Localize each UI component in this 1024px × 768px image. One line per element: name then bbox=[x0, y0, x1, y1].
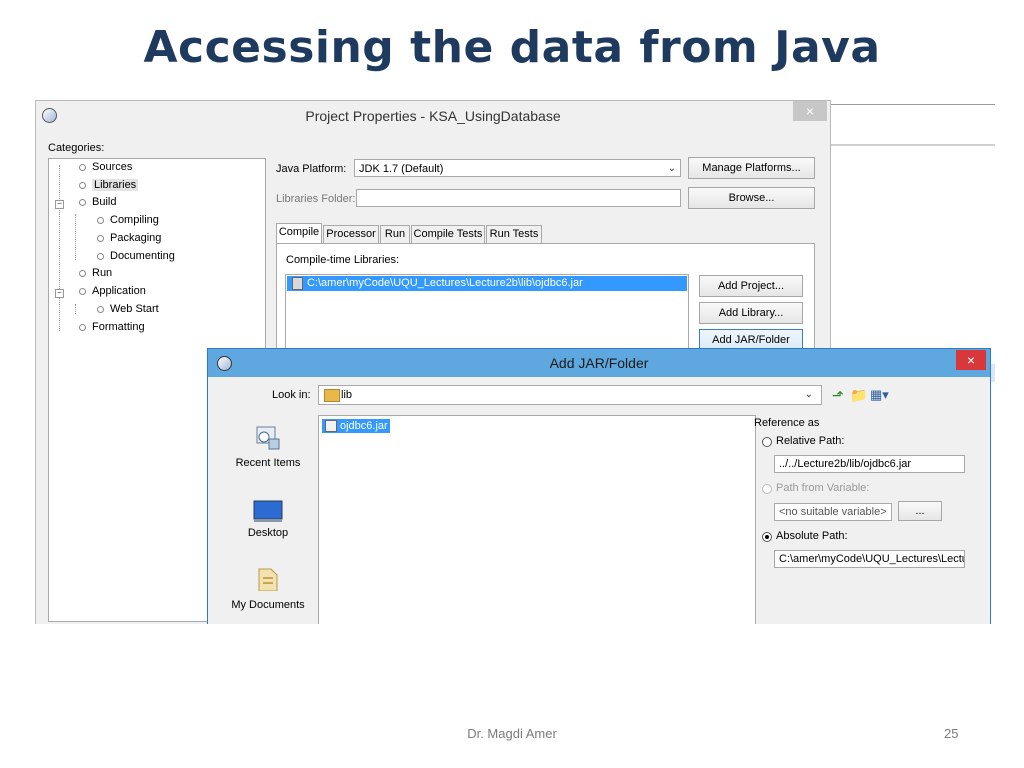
tree-connector bbox=[59, 165, 60, 331]
path-from-variable-radio[interactable] bbox=[762, 484, 772, 494]
variable-select[interactable]: <no suitable variable> bbox=[774, 503, 892, 521]
project-properties-titlebar[interactable]: Project Properties - KSA_UsingDatabase × bbox=[36, 101, 830, 129]
tab-run-tests[interactable]: Run Tests bbox=[486, 225, 542, 243]
node-icon bbox=[79, 287, 86, 295]
tab-compile-tests[interactable]: Compile Tests bbox=[411, 225, 485, 243]
node-icon bbox=[79, 198, 86, 206]
new-folder-icon[interactable]: 📁 bbox=[850, 387, 867, 404]
view-menu-icon[interactable]: ▦▾ bbox=[870, 387, 889, 403]
file-list[interactable]: ojdbc6.jar bbox=[318, 415, 756, 624]
add-jar-folder-dialog: Add JAR/Folder × Look in: lib ⌄ ⬏ 📁 ▦▾ R… bbox=[207, 348, 991, 624]
tree-item-application[interactable]: Application bbox=[79, 285, 146, 297]
tab-processor[interactable]: Processor bbox=[323, 225, 379, 243]
node-icon bbox=[97, 252, 104, 260]
absolute-path-label: Absolute Path: bbox=[776, 530, 848, 542]
add-jar-folder-title: Add JAR/Folder bbox=[549, 355, 649, 371]
tree-connector bbox=[75, 214, 76, 260]
chevron-down-icon: ⌄ bbox=[667, 163, 676, 174]
relative-path-field[interactable]: ../../Lecture2b/lib/ojdbc6.jar bbox=[774, 455, 965, 473]
tree-connector bbox=[75, 304, 76, 314]
place-my-documents[interactable]: My Documents bbox=[225, 565, 311, 624]
tree-item-build[interactable]: Build bbox=[79, 196, 116, 208]
tab-run[interactable]: Run bbox=[380, 225, 410, 243]
absolute-path-field[interactable]: C:\amer\myCode\UQU_Lectures\Lectu bbox=[774, 550, 965, 568]
page-number: 25 bbox=[944, 726, 959, 741]
up-folder-icon[interactable]: ⬏ bbox=[832, 387, 844, 404]
tree-item-compiling[interactable]: Compiling bbox=[97, 214, 159, 226]
node-icon bbox=[97, 216, 104, 224]
look-in-label: Look in: bbox=[272, 389, 311, 401]
my-documents-icon bbox=[258, 568, 278, 591]
tab-compile[interactable]: Compile bbox=[276, 223, 322, 243]
library-row[interactable]: C:\amer\myCode\UQU_Lectures\Lecture2b\li… bbox=[287, 276, 687, 291]
place-desktop[interactable]: Desktop bbox=[225, 499, 311, 551]
tree-item-web-start[interactable]: Web Start bbox=[97, 303, 159, 315]
tree-item-documenting[interactable]: Documenting bbox=[97, 250, 175, 262]
project-properties-title: Project Properties - KSA_UsingDatabase bbox=[305, 108, 561, 124]
node-icon bbox=[97, 234, 104, 242]
relative-path-radio[interactable] bbox=[762, 437, 772, 447]
build-expander-icon[interactable]: − bbox=[55, 200, 64, 209]
library-path: C:\amer\myCode\UQU_Lectures\Lecture2b\li… bbox=[307, 277, 583, 289]
screenshot: Project Properties - KSA_UsingDatabase ×… bbox=[35, 96, 995, 624]
footer-author: Dr. Magdi Amer bbox=[467, 726, 557, 741]
libraries-folder-label: Libraries Folder: bbox=[276, 193, 356, 205]
jar-file-icon bbox=[325, 420, 337, 432]
chevron-down-icon: ⌄ bbox=[804, 389, 813, 400]
places-bar: Recent Items Desktop My Documents bbox=[225, 415, 311, 624]
recent-items-icon bbox=[256, 426, 280, 450]
absolute-path-radio[interactable] bbox=[762, 532, 772, 542]
tree-item-packaging[interactable]: Packaging bbox=[97, 232, 161, 244]
libraries-folder-input[interactable] bbox=[356, 189, 681, 207]
compile-time-libraries-label: Compile-time Libraries: bbox=[286, 254, 400, 266]
application-expander-icon[interactable]: − bbox=[55, 289, 64, 298]
folder-icon bbox=[324, 389, 340, 402]
desktop-icon bbox=[253, 500, 283, 522]
reference-as-label: Reference as bbox=[754, 417, 820, 429]
relative-path-label: Relative Path: bbox=[776, 435, 845, 447]
jar-file-icon bbox=[292, 277, 303, 290]
tree-item-sources[interactable]: Sources bbox=[79, 161, 132, 173]
tree-item-formatting[interactable]: Formatting bbox=[79, 321, 145, 333]
java-platform-select[interactable]: JDK 1.7 (Default) ⌄ bbox=[354, 159, 681, 177]
categories-label: Categories: bbox=[48, 142, 105, 154]
path-from-variable-label: Path from Variable: bbox=[776, 482, 870, 494]
node-icon bbox=[79, 323, 86, 331]
add-project-button[interactable]: Add Project... bbox=[699, 275, 803, 297]
look-in-select[interactable]: lib ⌄ bbox=[318, 385, 822, 405]
tree-item-libraries[interactable]: Libraries bbox=[79, 179, 139, 192]
look-in-value: lib bbox=[341, 389, 353, 401]
add-jar-folder-close-button[interactable]: × bbox=[956, 350, 986, 370]
file-name: ojdbc6.jar bbox=[340, 420, 388, 432]
node-icon bbox=[79, 181, 86, 189]
project-properties-close-button[interactable]: × bbox=[793, 101, 827, 121]
variable-browse-button[interactable]: ... bbox=[898, 501, 942, 521]
manage-platforms-button[interactable]: Manage Platforms... bbox=[688, 157, 815, 179]
java-platform-label: Java Platform: bbox=[276, 163, 347, 175]
browse-button[interactable]: Browse... bbox=[688, 187, 815, 209]
node-icon bbox=[79, 163, 86, 171]
place-recent-items[interactable]: Recent Items bbox=[225, 425, 311, 477]
add-jar-folder-titlebar[interactable]: Add JAR/Folder × bbox=[208, 349, 990, 377]
file-item[interactable]: ojdbc6.jar bbox=[322, 419, 390, 433]
slide-title: Accessing the data from Java bbox=[143, 22, 881, 73]
background-window-row bbox=[830, 126, 995, 145]
node-icon bbox=[79, 269, 86, 277]
add-library-button[interactable]: Add Library... bbox=[699, 302, 803, 324]
java-platform-value: JDK 1.7 (Default) bbox=[359, 163, 444, 175]
tree-item-run[interactable]: Run bbox=[79, 267, 112, 279]
node-icon bbox=[97, 305, 104, 313]
